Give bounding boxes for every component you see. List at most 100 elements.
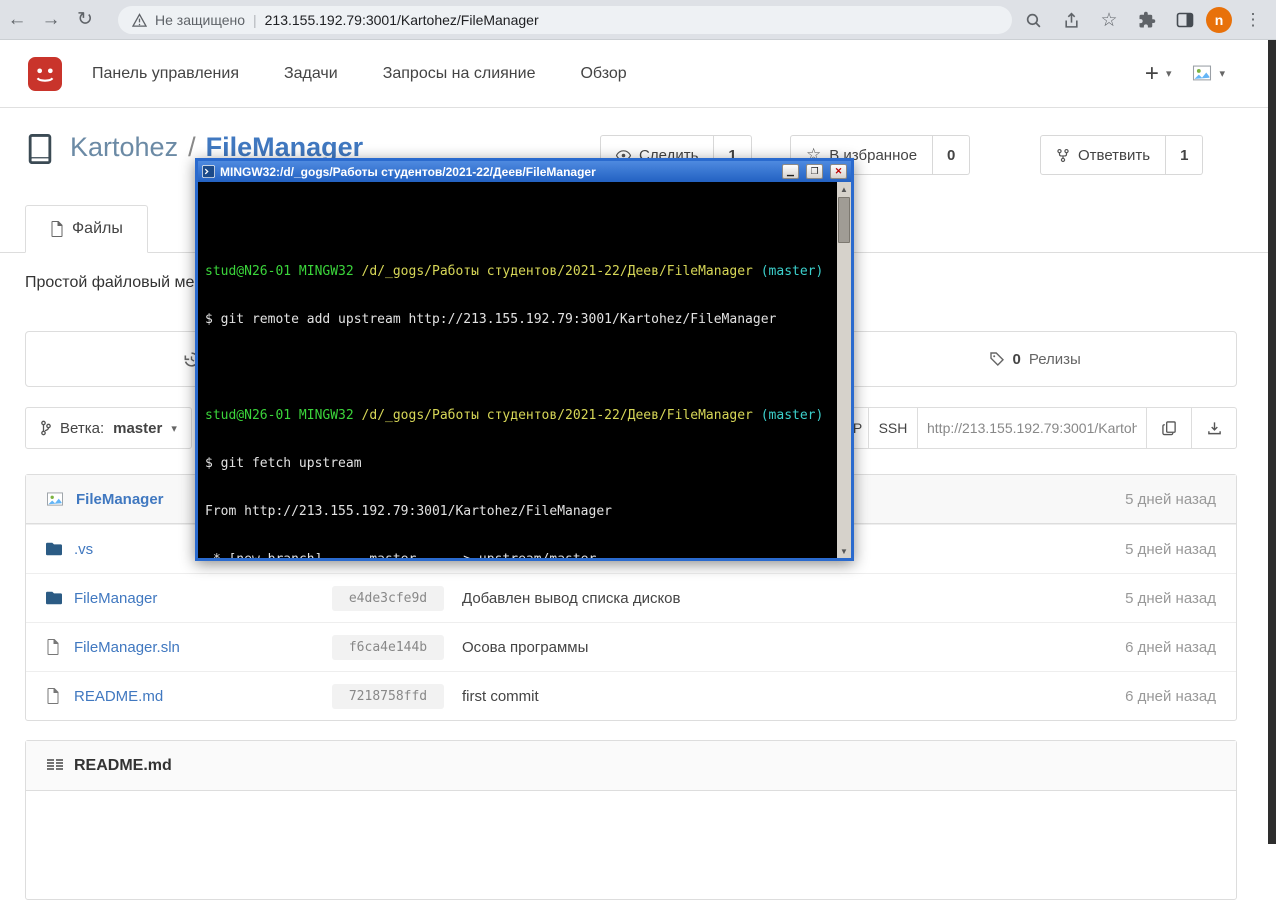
table-row: FileManager.sln f6ca4e144b Осова програм… bbox=[26, 622, 1236, 671]
terminal-titlebar[interactable]: MINGW32:/d/_gogs/Работы студентов/2021-2… bbox=[198, 161, 851, 182]
commit-time: 5 дней назад bbox=[1125, 490, 1216, 508]
tag-icon bbox=[989, 351, 1005, 367]
commit-message-link[interactable]: Добавлен вывод списка дисков bbox=[462, 590, 1125, 607]
repo-book-icon bbox=[25, 134, 55, 164]
ssh-protocol-button[interactable]: SSH bbox=[868, 407, 918, 449]
extensions-puzzle-icon[interactable] bbox=[1130, 3, 1164, 37]
nav-dashboard[interactable]: Панель управления bbox=[92, 65, 239, 83]
readme-panel: README.md bbox=[25, 740, 1237, 900]
terminal-prompt-line: stud@N26-01 MINGW32 /d/_gogs/Работы студ… bbox=[205, 264, 824, 279]
commit-message-link[interactable]: first commit bbox=[462, 688, 1125, 705]
clone-url-input[interactable] bbox=[917, 407, 1147, 449]
maximize-button[interactable]: ❐ bbox=[806, 164, 823, 179]
share-icon[interactable] bbox=[1054, 3, 1088, 37]
minimize-button[interactable]: ▁ bbox=[782, 164, 799, 179]
file-time: 5 дней назад bbox=[1125, 589, 1216, 607]
readme-header: README.md bbox=[26, 741, 1236, 791]
tab-files-label: Файлы bbox=[72, 220, 123, 237]
download-icon[interactable] bbox=[1191, 407, 1237, 449]
file-time: 6 дней назад bbox=[1125, 687, 1216, 705]
terminal-window[interactable]: MINGW32:/d/_gogs/Работы студентов/2021-2… bbox=[195, 158, 854, 561]
star-count[interactable]: 0 bbox=[933, 135, 971, 175]
toolbar-actions: ☆ n ⋮ bbox=[1016, 0, 1270, 40]
nav-explore[interactable]: Обзор bbox=[580, 65, 626, 83]
file-time: 5 дней назад bbox=[1125, 540, 1216, 558]
file-name-link[interactable]: README.md bbox=[74, 688, 332, 705]
warning-icon bbox=[132, 12, 147, 28]
commit-hash-badge[interactable]: f6ca4e144b bbox=[332, 634, 444, 660]
scrollbar-thumb[interactable] bbox=[838, 197, 850, 243]
fork-count[interactable]: 1 bbox=[1166, 135, 1204, 175]
file-icon bbox=[50, 221, 63, 237]
bookmark-star-icon[interactable]: ☆ bbox=[1092, 3, 1126, 37]
nav-issues[interactable]: Задачи bbox=[284, 65, 338, 83]
readme-title: README.md bbox=[74, 756, 172, 774]
fork-button-group: Ответвить 1 bbox=[1040, 135, 1204, 175]
close-button[interactable]: ✕ bbox=[830, 164, 847, 179]
file-name-link[interactable]: FileManager.sln bbox=[74, 639, 332, 656]
branch-label: Ветка: bbox=[60, 419, 105, 437]
releases-summary[interactable]: 0 Релизы bbox=[832, 332, 1236, 386]
browser-profile-avatar[interactable]: n bbox=[1206, 7, 1232, 33]
url-text: 213.155.192.79:3001/Kartohez/FileManager bbox=[264, 12, 539, 28]
folder-icon bbox=[46, 591, 74, 605]
clone-url-group: HTTP SSH bbox=[819, 407, 1237, 449]
commit-hash-badge[interactable]: 7218758ffd bbox=[332, 683, 444, 709]
releases-count: 0 bbox=[1012, 350, 1021, 368]
repo-owner-link[interactable]: Kartohez bbox=[70, 132, 178, 163]
back-button[interactable]: ← bbox=[0, 3, 34, 37]
branch-icon bbox=[40, 420, 51, 436]
terminal-prompt-line: stud@N26-01 MINGW32 /d/_gogs/Работы студ… bbox=[205, 408, 824, 423]
commit-author-link[interactable]: FileManager bbox=[76, 491, 164, 508]
window-edge bbox=[1268, 40, 1276, 844]
terminal-title: MINGW32:/d/_gogs/Работы студентов/2021-2… bbox=[220, 164, 596, 179]
file-icon bbox=[46, 639, 74, 655]
side-panel-icon[interactable] bbox=[1168, 3, 1202, 37]
reload-button[interactable]: ↻ bbox=[68, 3, 102, 37]
divider: | bbox=[253, 12, 257, 28]
gogs-logo[interactable] bbox=[28, 56, 62, 91]
folder-icon bbox=[46, 542, 74, 556]
terminal-scrollbar[interactable]: ▲ ▼ bbox=[837, 182, 851, 558]
file-time: 6 дней назад bbox=[1125, 638, 1216, 656]
fork-button[interactable]: Ответвить bbox=[1040, 135, 1167, 175]
commit-message-link[interactable]: Осова программы bbox=[462, 639, 1125, 656]
releases-label: Релизы bbox=[1028, 350, 1081, 368]
zoom-icon[interactable] bbox=[1016, 3, 1050, 37]
fork-icon bbox=[1056, 148, 1070, 163]
security-label: Не защищено bbox=[155, 12, 245, 28]
terminal-output-line: From http://213.155.192.79:3001/Kartohez… bbox=[205, 504, 612, 519]
user-avatar[interactable] bbox=[1192, 65, 1212, 82]
terminal-app-icon bbox=[202, 165, 215, 178]
chevron-down-icon[interactable]: ▾ bbox=[1219, 67, 1225, 80]
chevron-down-icon[interactable]: ▾ bbox=[1166, 67, 1172, 80]
chevron-down-icon: ▾ bbox=[171, 422, 177, 435]
create-new-button[interactable]: + bbox=[1145, 61, 1159, 86]
terminal-command: $ git fetch upstream bbox=[205, 456, 362, 471]
terminal-output: stud@N26-01 MINGW32 /d/_gogs/Работы студ… bbox=[198, 182, 837, 558]
terminal-output-line: * [new branch] master -> upstream/master bbox=[205, 552, 830, 558]
readme-list-icon bbox=[46, 758, 64, 773]
site-navbar: Панель управления Задачи Запросы на слия… bbox=[0, 40, 1276, 108]
scroll-down-icon[interactable]: ▼ bbox=[840, 544, 848, 558]
file-icon bbox=[46, 688, 74, 704]
browser-menu-icon[interactable]: ⋮ bbox=[1236, 3, 1270, 37]
branch-selector[interactable]: Ветка: master ▾ bbox=[25, 407, 192, 449]
commit-author-avatar bbox=[46, 491, 64, 507]
tab-files[interactable]: Файлы bbox=[25, 205, 148, 253]
address-bar[interactable]: Не защищено | 213.155.192.79:3001/Kartoh… bbox=[118, 6, 1012, 34]
scroll-up-icon[interactable]: ▲ bbox=[840, 182, 848, 196]
file-name-link[interactable]: FileManager bbox=[74, 590, 332, 607]
branch-name: master bbox=[113, 419, 163, 437]
copy-icon[interactable] bbox=[1146, 407, 1192, 449]
fork-label: Ответвить bbox=[1078, 146, 1151, 164]
browser-toolbar: ← → ↻ Не защищено | 213.155.192.79:3001/… bbox=[0, 0, 1276, 40]
forward-button[interactable]: → bbox=[34, 3, 68, 37]
table-row: README.md 7218758ffd first commit 6 дней… bbox=[26, 671, 1236, 720]
terminal-command: $ git remote add upstream http://213.155… bbox=[205, 312, 777, 327]
nav-pull-requests[interactable]: Запросы на слияние bbox=[383, 65, 536, 83]
table-row: FileManager e4de3cfe9d Добавлен вывод сп… bbox=[26, 573, 1236, 622]
commit-hash-badge[interactable]: e4de3cfe9d bbox=[332, 585, 444, 611]
